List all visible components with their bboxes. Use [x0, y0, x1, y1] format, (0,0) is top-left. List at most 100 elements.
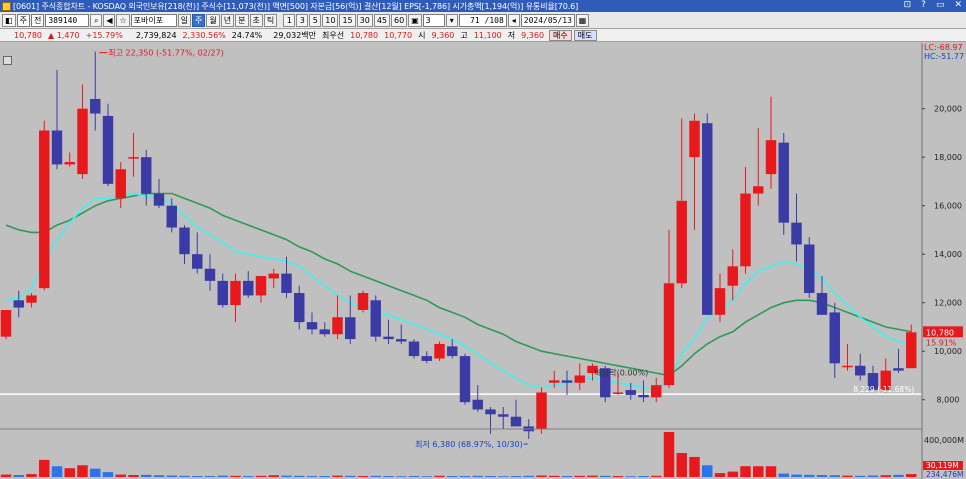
candle-body	[855, 365, 866, 376]
period-week[interactable]: 주	[192, 13, 206, 27]
volume-bar	[906, 474, 917, 477]
candle-body	[357, 293, 369, 310]
volume-bar	[230, 475, 241, 477]
volume-bar	[370, 475, 381, 477]
candle	[102, 103, 114, 187]
period-day[interactable]: 일	[177, 13, 192, 27]
candle	[39, 120, 50, 291]
volume-bar	[893, 474, 904, 477]
dividend-annotation: 배당락(0.00%)	[595, 367, 649, 377]
volume-bar	[217, 475, 228, 477]
volume-bar	[510, 476, 522, 477]
candle-body	[638, 394, 649, 398]
magnifier-icon[interactable]: ⌕	[90, 13, 103, 27]
volume-bar	[829, 475, 840, 477]
star-icon[interactable]: ☆	[116, 13, 130, 27]
chart-toggle-icon[interactable]	[3, 56, 12, 65]
volume-bar	[408, 476, 420, 477]
open-label: 시	[418, 30, 426, 40]
interval-15[interactable]: 15	[339, 13, 356, 27]
period-year[interactable]: 년	[220, 13, 235, 27]
date-input[interactable]: 2024/05/13	[520, 13, 575, 27]
volume-bar	[51, 466, 63, 477]
candle	[804, 237, 815, 298]
period-minute[interactable]: 분	[235, 13, 249, 27]
chart-toolbar: ◧ 주 전 389140 ⌕ ◀ ☆ 포바이포 일 주 월 년 분 초 틱 1 …	[0, 12, 966, 29]
volume: 2,739,824	[135, 30, 177, 40]
best-label: 최우선	[322, 30, 345, 40]
candle-body	[179, 227, 190, 255]
candle	[778, 132, 789, 235]
volume-bar	[306, 476, 318, 477]
volume-bar	[179, 475, 190, 477]
volume-bar	[166, 475, 177, 477]
quote-bar: 10,780 ▲ 1,470 +15.79% 2,739,824 2,330.5…	[0, 29, 966, 42]
volume-bar	[676, 453, 687, 477]
volume-bar	[421, 476, 432, 477]
current-pct-label: 15.91%	[926, 338, 957, 347]
high-label: 고	[460, 30, 468, 40]
low-value: 9,360	[521, 30, 545, 40]
interval-input[interactable]: 3	[422, 13, 445, 27]
candle-body	[90, 98, 101, 114]
price-tick-label: 10,000	[934, 347, 962, 356]
chevron-down-icon[interactable]: ▾	[445, 13, 458, 27]
volume-bar	[115, 474, 126, 477]
best-bid: 10,770	[384, 30, 413, 40]
interval-3[interactable]: 3	[296, 13, 309, 27]
amount: 29,032백만	[273, 30, 317, 40]
interval-60[interactable]: 60	[391, 13, 408, 27]
candle-body	[77, 108, 88, 175]
stock-chart[interactable]: 최고 22,350 (-51.77%, 02/27) 최저 6,380 (68.9…	[0, 43, 966, 479]
candle	[536, 387, 547, 434]
speaker-icon[interactable]: ◀	[103, 13, 116, 27]
candle-body	[765, 140, 777, 175]
maximize-icon[interactable]: ▭	[936, 0, 945, 10]
volume-bar	[383, 476, 394, 477]
candle-body	[102, 115, 114, 184]
buy-button[interactable]: 매수	[549, 29, 572, 41]
stock-code-input[interactable]: 389140	[45, 13, 90, 27]
candle-body	[332, 317, 343, 335]
market-select[interactable]: 전	[30, 13, 45, 27]
interval-5[interactable]: 5	[309, 13, 322, 27]
candle-body	[421, 356, 432, 361]
volume-bar	[740, 466, 751, 477]
type-select[interactable]: 주	[16, 13, 30, 27]
candle-body	[51, 130, 63, 165]
volume-bar	[357, 476, 369, 477]
candle-body	[663, 283, 675, 386]
prev-icon[interactable]: ◂	[507, 13, 520, 27]
interval-1[interactable]: 1	[283, 13, 296, 27]
help-icon[interactable]: ?	[921, 0, 926, 10]
interval-45[interactable]: 45	[373, 13, 391, 27]
volume-bar	[574, 475, 585, 477]
volume-bar	[90, 468, 101, 477]
period-second[interactable]: 초	[249, 13, 263, 27]
volume-bar	[880, 475, 891, 477]
calendar-icon[interactable]: ▦	[575, 13, 590, 27]
candle-body	[612, 392, 624, 394]
candle-body	[408, 341, 420, 357]
candle-body	[306, 322, 318, 330]
window-controls: ⊡ ? ▭ ✕	[904, 0, 962, 10]
sell-button[interactable]: 매도	[573, 29, 597, 41]
period-month[interactable]: 월	[206, 13, 220, 27]
layout-icon[interactable]: ◧	[2, 13, 16, 27]
close-icon[interactable]: ✕	[954, 0, 962, 10]
period-tick[interactable]: 틱	[263, 13, 278, 27]
candle-body	[727, 266, 738, 286]
volume-bar	[714, 473, 726, 477]
restore-icon[interactable]: ⊡	[904, 0, 912, 10]
interval-30[interactable]: 30	[356, 13, 373, 27]
app-icon	[2, 1, 11, 11]
settings-icon[interactable]: ▣	[408, 13, 422, 27]
interval-10[interactable]: 10	[322, 13, 339, 27]
price-change-pct: +15.79%	[85, 30, 123, 40]
candle-body	[574, 375, 585, 383]
candle-body	[396, 339, 407, 342]
candle-body	[268, 273, 279, 279]
low-label: 저	[507, 30, 516, 40]
volume-bar	[319, 476, 330, 477]
candle-body	[510, 416, 522, 427]
